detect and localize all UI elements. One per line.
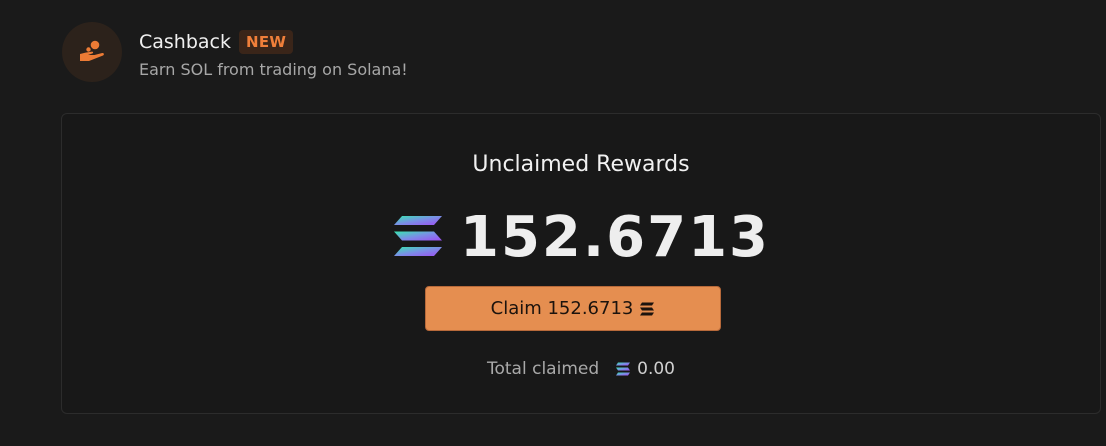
solana-mono-icon: [639, 302, 655, 316]
solana-icon: [392, 214, 444, 262]
claim-button[interactable]: Claim 152.6713: [425, 286, 721, 331]
rewards-card: Unclaimed Rewards 152.6713 Claim 152.671…: [61, 113, 1101, 414]
solana-small-icon: [615, 362, 631, 376]
unclaimed-amount: 152.6713: [459, 205, 771, 270]
rewards-title: Unclaimed Rewards: [472, 152, 690, 177]
total-claimed-value: 0.00: [637, 359, 675, 379]
rewards-amount-row: 152.6713: [62, 210, 1100, 266]
cashback-page: Cashback NEW Earn SOL from trading on So…: [0, 0, 1106, 446]
total-claimed-label: Total claimed: [487, 359, 600, 379]
claim-button-label: Claim 152.6713: [490, 298, 634, 319]
cashback-subtitle: Earn SOL from trading on Solana!: [139, 60, 408, 79]
cashback-title: Cashback: [139, 31, 232, 53]
hand-coin-icon: [62, 22, 122, 82]
new-badge: NEW: [239, 30, 294, 54]
total-claimed-row: Total claimed 0.00: [62, 359, 1100, 379]
cashback-header: Cashback NEW Earn SOL from trading on So…: [62, 22, 408, 82]
